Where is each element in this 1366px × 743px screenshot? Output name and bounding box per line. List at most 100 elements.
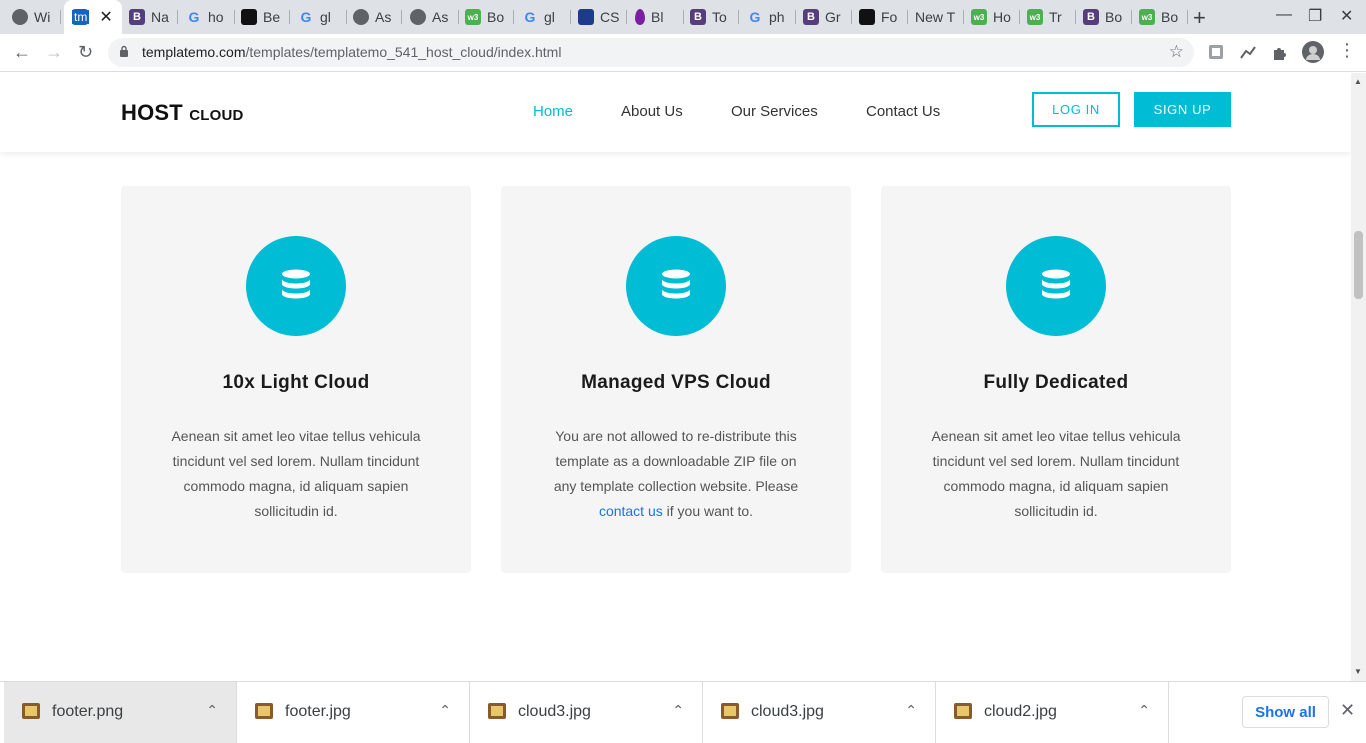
- download-item[interactable]: cloud3.jpg ⌃: [470, 682, 703, 743]
- forward-icon[interactable]: →: [45, 42, 63, 63]
- tab-title: gl: [320, 9, 331, 25]
- browser-menu-icon[interactable]: ⋮: [1338, 40, 1356, 61]
- browser-tab[interactable]: CS: [570, 3, 627, 31]
- image-file-icon: [488, 703, 506, 719]
- scrollbar-thumb[interactable]: [1354, 231, 1363, 299]
- back-icon[interactable]: ←: [13, 42, 31, 63]
- logo-sub: CLOUD: [189, 107, 244, 124]
- card-text-after: if you want to.: [666, 503, 754, 519]
- chevron-up-icon[interactable]: ⌃: [672, 702, 684, 719]
- tab-title: Bo: [487, 9, 505, 25]
- google-icon: G: [524, 9, 536, 25]
- nav-our-services[interactable]: Our Services: [731, 103, 818, 120]
- close-window-icon[interactable]: ✕: [1340, 6, 1353, 26]
- site-logo[interactable]: HOST CLOUD: [121, 100, 244, 126]
- browser-tab[interactable]: B Gr: [795, 3, 852, 31]
- browser-tab[interactable]: Wi: [4, 3, 61, 31]
- image-file-icon: [721, 703, 739, 719]
- download-bar: footer.png ⌃ footer.jpg ⌃ cloud3.jpg ⌃ c…: [0, 681, 1366, 743]
- tab-title: Ho: [993, 9, 1011, 25]
- bootstrap-icon: B: [129, 9, 145, 25]
- browser-toolbar: ← → ↻ templatemo.com/templates/templatem…: [0, 34, 1366, 72]
- tab-title: ho: [208, 9, 224, 25]
- page-scrollbar[interactable]: ▲ ▼: [1351, 73, 1366, 681]
- extension-icon[interactable]: [1207, 43, 1225, 61]
- download-item[interactable]: footer.jpg ⌃: [237, 682, 470, 743]
- database-icon: [282, 269, 310, 299]
- scroll-up-icon[interactable]: ▲: [1354, 77, 1362, 86]
- nav-about-us[interactable]: About Us: [621, 103, 683, 120]
- login-button[interactable]: LOG IN: [1032, 92, 1120, 127]
- browser-tab[interactable]: B Bo: [1075, 3, 1132, 31]
- chevron-up-icon[interactable]: ⌃: [905, 702, 917, 719]
- download-item[interactable]: cloud3.jpg ⌃: [703, 682, 936, 743]
- browser-tab[interactable]: Gph: [739, 3, 796, 31]
- tab-title: ph: [769, 9, 785, 25]
- nav-contact-us[interactable]: Contact Us: [866, 103, 940, 120]
- bootstrap-icon: B: [690, 9, 706, 25]
- address-bar[interactable]: templatemo.com/templates/templatemo_541_…: [108, 38, 1194, 67]
- browser-tab[interactable]: New T: [907, 3, 964, 31]
- card-title: Managed VPS Cloud: [581, 372, 771, 393]
- signup-button[interactable]: SIGN UP: [1134, 92, 1231, 127]
- google-icon: G: [300, 9, 312, 25]
- browser-tab[interactable]: tm ✕: [64, 0, 122, 34]
- reload-icon[interactable]: ↻: [78, 42, 93, 63]
- minimize-icon[interactable]: —: [1276, 6, 1292, 24]
- close-download-bar-icon[interactable]: ✕: [1340, 700, 1355, 721]
- browser-tab[interactable]: w3 Tr: [1019, 3, 1076, 31]
- close-tab-icon[interactable]: ✕: [99, 7, 112, 27]
- tab-title: Bo: [1161, 9, 1179, 25]
- download-filename: cloud2.jpg: [984, 703, 1057, 720]
- browser-tab[interactable]: B To: [682, 3, 739, 31]
- restore-icon[interactable]: ❐: [1308, 6, 1322, 26]
- database-icon: [1042, 269, 1070, 299]
- flag-icon: [859, 9, 875, 25]
- bootstrap-icon: B: [803, 9, 819, 25]
- image-file-icon: [954, 703, 972, 719]
- extensions-puzzle-icon[interactable]: [1271, 43, 1289, 61]
- download-item[interactable]: cloud2.jpg ⌃: [936, 682, 1169, 743]
- new-tab-button[interactable]: +: [1193, 5, 1206, 31]
- browser-tab[interactable]: Ggl: [514, 3, 571, 31]
- browser-tab[interactable]: B Na: [121, 3, 178, 31]
- browser-tab[interactable]: w3 Ho: [963, 3, 1020, 31]
- site-header: HOST CLOUD Home About Us Our Services Co…: [0, 73, 1351, 152]
- browser-tab[interactable]: As: [345, 3, 402, 31]
- download-item[interactable]: footer.png ⌃: [4, 682, 237, 743]
- site-icon: [578, 9, 594, 25]
- browser-tab[interactable]: w3 Bo: [1131, 3, 1188, 31]
- nav-home[interactable]: Home: [533, 103, 573, 120]
- tab-title: To: [712, 9, 727, 25]
- browser-tab[interactable]: Be: [233, 3, 290, 31]
- chevron-up-icon[interactable]: ⌃: [1138, 702, 1150, 719]
- tab-title: CS: [600, 9, 620, 25]
- show-all-button[interactable]: Show all: [1242, 696, 1329, 728]
- card-text-before: You are not allowed to re-distribute thi…: [553, 428, 799, 494]
- card-title: Fully Dedicated: [983, 372, 1129, 393]
- browser-tab[interactable]: As: [402, 3, 459, 31]
- w3-icon: w3: [1139, 9, 1155, 25]
- card-text: You are not allowed to re-distribute thi…: [545, 424, 807, 524]
- scroll-down-icon[interactable]: ▼: [1354, 667, 1362, 676]
- browser-tab[interactable]: w3 Bo: [457, 3, 514, 31]
- database-icon: [662, 269, 690, 299]
- tab-title: Bl: [651, 9, 664, 25]
- browser-tab[interactable]: Bl: [627, 3, 684, 31]
- browser-tab[interactable]: Ggl: [290, 3, 347, 31]
- download-filename: cloud3.jpg: [751, 703, 824, 720]
- bookmark-star-icon[interactable]: ☆: [1169, 42, 1184, 62]
- service-icon-circle: [246, 236, 346, 336]
- globe-icon: [410, 9, 426, 25]
- service-icon-circle: [626, 236, 726, 336]
- tab-title: As: [432, 9, 449, 25]
- profile-avatar[interactable]: [1302, 41, 1324, 63]
- browser-tab[interactable]: Fo: [851, 3, 908, 31]
- chevron-up-icon[interactable]: ⌃: [439, 702, 451, 719]
- tab-title: Na: [151, 9, 169, 25]
- download-filename: footer.png: [52, 703, 124, 720]
- chevron-up-icon[interactable]: ⌃: [206, 702, 218, 719]
- analytics-extension-icon[interactable]: [1239, 43, 1257, 61]
- contact-us-link[interactable]: contact us: [599, 503, 663, 519]
- browser-tab[interactable]: Gho: [178, 3, 235, 31]
